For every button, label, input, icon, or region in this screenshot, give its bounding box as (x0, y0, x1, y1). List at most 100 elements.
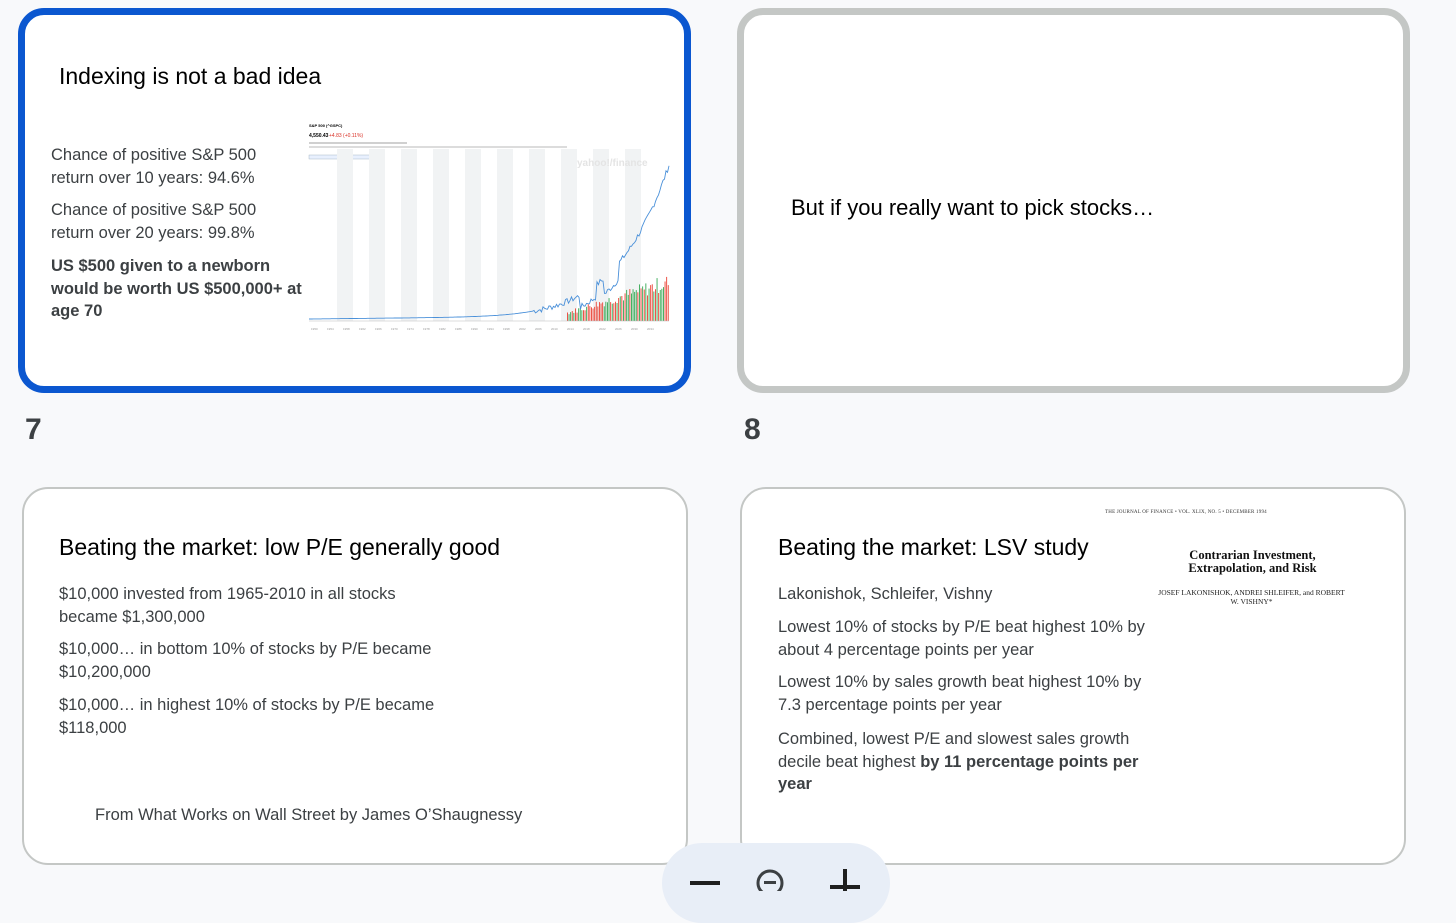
slide-bullet: $10,000… in highest 10% of stocks by P/E… (59, 696, 435, 737)
svg-text:1978: 1978 (423, 327, 430, 331)
volume-bar (615, 301, 616, 321)
volume-bar (583, 310, 584, 321)
volume-bar (575, 308, 576, 321)
volume-bar (664, 281, 666, 321)
volume-bar (647, 295, 648, 321)
volume-bar (659, 290, 661, 321)
volume-bar (584, 310, 586, 321)
svg-text:1958: 1958 (343, 327, 350, 331)
volume-bar (576, 312, 578, 321)
slide-thumbnail-lsv-study[interactable]: Beating the market: LSV study Lakonishok… (740, 487, 1406, 865)
svg-text:2010: 2010 (551, 327, 558, 331)
volume-bar (629, 289, 631, 321)
volume-bar (599, 302, 600, 321)
volume-bar (661, 288, 663, 321)
volume-bar (653, 291, 655, 321)
svg-text:1974: 1974 (407, 327, 414, 331)
volume-bar (597, 306, 599, 321)
volume-bar (570, 312, 572, 321)
slide-thumbnail-pick-stocks[interactable]: But if you really want to pick stocks… (737, 8, 1410, 393)
volume-bar (637, 292, 639, 321)
volume-bar (634, 291, 636, 321)
svg-text:1962: 1962 (359, 327, 366, 331)
stock-chart-image: S&P 500 (^GSPC) 4,550.43 +4.83 (+0.11%) … (307, 123, 672, 338)
volume-bar (648, 288, 650, 321)
svg-text:1994: 1994 (487, 327, 494, 331)
slide-bullet: Lakonishok, Schleifer, Vishny (778, 585, 993, 603)
volume-bar (666, 276, 668, 321)
volume-bar (600, 303, 602, 321)
volume-bar (626, 289, 628, 321)
plus-icon (830, 869, 860, 891)
volume-bar (663, 287, 664, 321)
volume-bar (651, 284, 653, 321)
slide-title: Beating the market: low P/E generally go… (59, 534, 501, 560)
volume-bar (650, 285, 652, 321)
paper-title: Contrarian Investment, Extrapolation, an… (1188, 548, 1317, 575)
paper-authors: JOSEF LAKONISHOK, ANDREI SHLEIFER, and R… (1158, 588, 1345, 606)
volume-bar (586, 306, 588, 321)
volume-bar (607, 302, 608, 321)
slide-bullet: Lowest 10% by sales growth beat highest … (778, 673, 1142, 714)
slide-bullet: $10,000 invested from 1965-2010 in all s… (59, 585, 396, 626)
volume-bar (639, 284, 640, 321)
volume-bar (579, 308, 581, 321)
volume-bar (594, 306, 596, 321)
volume-bar (589, 306, 591, 321)
volume-bar (595, 301, 597, 321)
volume-bar (602, 302, 604, 321)
slide-title: Indexing is not a bad idea (59, 63, 322, 89)
slide-number: 7 (25, 413, 42, 446)
volume-bar (613, 303, 615, 321)
svg-text:2026: 2026 (615, 327, 622, 331)
volume-bar (608, 298, 610, 321)
chart-watermark: yahoo!/finance (577, 158, 648, 169)
zoom-reset-button[interactable] (754, 867, 786, 897)
svg-text:1966: 1966 (375, 327, 382, 331)
volume-bar (623, 300, 624, 321)
slide-title: Beating the market: LSV study (778, 534, 1089, 560)
volume-bar (619, 296, 621, 321)
slide-bullet-bold: US $500 given to a newborn would be wort… (51, 257, 302, 320)
volume-bar (645, 283, 647, 321)
svg-text:1970: 1970 (391, 327, 398, 331)
zoom-controls (662, 843, 890, 923)
volume-bar (640, 288, 642, 321)
volume-bar (568, 314, 570, 321)
slide-thumbnail-indexing[interactable]: Indexing is not a bad idea Chance of pos… (18, 8, 691, 393)
volume-bar (621, 296, 623, 321)
svg-text:1990: 1990 (471, 327, 478, 331)
slide-thumbnail-low-pe[interactable]: Beating the market: low P/E generally go… (22, 487, 688, 865)
svg-text:2018: 2018 (583, 327, 590, 331)
chart-graphic: yahoo!/finance 1950 1954 1958 1962 1966 1970… (308, 142, 670, 331)
volume-bar (592, 308, 594, 321)
volume-bar (658, 293, 660, 321)
zoom-in-button[interactable] (828, 867, 862, 891)
zoom-out-button[interactable] (688, 877, 724, 889)
volume-bar (627, 294, 629, 321)
volume-bar (656, 278, 658, 321)
slide-footer: From What Works on Wall Street by James … (95, 806, 523, 824)
volume-bar (618, 298, 620, 321)
volume-bar (611, 303, 613, 321)
svg-text:1950: 1950 (311, 327, 318, 331)
volume-bar (587, 304, 589, 321)
zoom-reset-icon (756, 869, 784, 897)
slide-title: But if you really want to pick stocks… (791, 195, 1155, 220)
volume-bar (573, 312, 575, 321)
volume-bar (632, 289, 634, 321)
volume-bar (610, 302, 612, 321)
volume-bar (591, 307, 592, 321)
volume-bar (605, 301, 607, 321)
svg-text:1954: 1954 (327, 327, 334, 331)
slide-bullet: Lowest 10% of stocks by P/E beat highest… (778, 618, 1145, 659)
slide-number: 8 (744, 413, 761, 446)
volume-bar (667, 285, 669, 321)
svg-text:2014: 2014 (567, 327, 574, 331)
minus-icon (690, 881, 720, 885)
svg-text:2030: 2030 (631, 327, 638, 331)
svg-text:2022: 2022 (599, 327, 606, 331)
volume-bar (581, 310, 583, 321)
volume-bar (578, 308, 580, 321)
volume-bar (567, 312, 568, 321)
